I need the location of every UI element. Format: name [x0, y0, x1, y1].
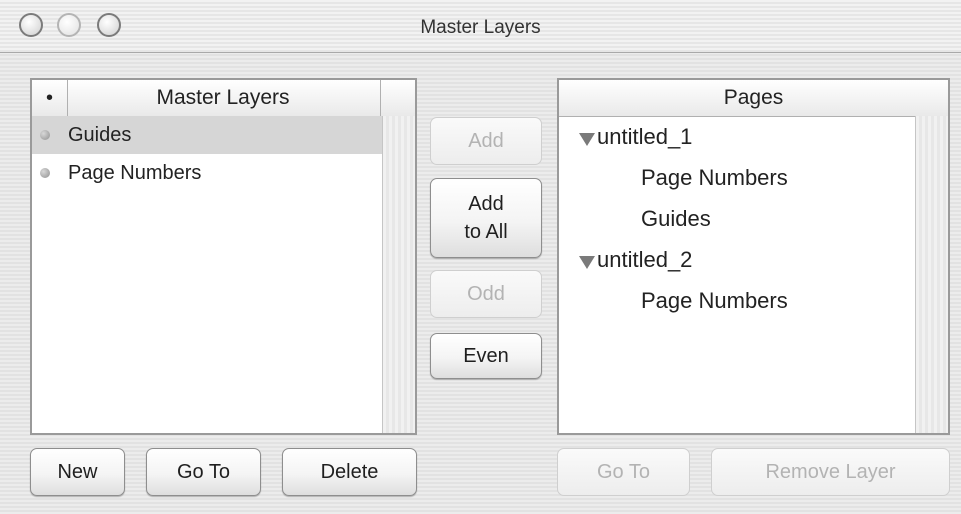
disclosure-triangle-icon[interactable] — [579, 256, 595, 269]
list-item-label: Guides — [68, 124, 132, 146]
tree-child-page-numbers[interactable]: Page Numbers — [559, 280, 915, 321]
master-layers-scrollbar[interactable] — [382, 116, 415, 433]
pages-scrollbar[interactable] — [915, 116, 948, 433]
page-label: untitled_2 — [597, 247, 693, 272]
tree-node-untitled-2[interactable]: untitled_2 — [559, 239, 915, 280]
odd-button[interactable]: Odd — [430, 270, 542, 318]
master-layers-list: Guides Page Numbers — [32, 116, 382, 192]
new-button[interactable]: New — [30, 448, 125, 496]
pages-tree-header: Pages — [559, 80, 948, 117]
pages-tree-panel: Pages untitled_1 Page Numbers Guides unt… — [557, 78, 950, 435]
page-label: untitled_1 — [597, 124, 693, 149]
list-item-guides[interactable]: Guides — [32, 116, 382, 154]
window-title: Master Layers — [420, 17, 541, 38]
master-layers-window: Master Layers • Master Layers Guides Pag… — [0, 0, 961, 514]
disclosure-triangle-icon[interactable] — [579, 133, 595, 146]
tree-node-untitled-1[interactable]: untitled_1 — [559, 116, 915, 157]
delete-button[interactable]: Delete — [282, 448, 417, 496]
add-to-all-button[interactable]: Add to All — [430, 178, 542, 258]
list-item-label: Page Numbers — [68, 162, 202, 184]
go-to-master-button[interactable]: Go To — [146, 448, 261, 496]
tree-child-guides[interactable]: Guides — [559, 198, 915, 239]
title-bar[interactable]: Master Layers — [0, 0, 961, 53]
layer-bullet-icon — [40, 168, 50, 178]
tree-child-page-numbers[interactable]: Page Numbers — [559, 157, 915, 198]
add-button[interactable]: Add — [430, 117, 542, 165]
go-to-page-button[interactable]: Go To — [557, 448, 690, 496]
pages-column-header[interactable]: Pages — [559, 80, 948, 116]
header-filler — [380, 80, 415, 116]
master-layers-list-header: • Master Layers — [32, 80, 415, 117]
bullet-column-header[interactable]: • — [32, 80, 68, 116]
remove-layer-button[interactable]: Remove Layer — [711, 448, 950, 496]
layer-bullet-icon — [40, 130, 50, 140]
even-button[interactable]: Even — [430, 333, 542, 379]
list-item-page-numbers[interactable]: Page Numbers — [32, 154, 382, 192]
master-layers-list-panel: • Master Layers Guides Page Numbers — [30, 78, 417, 435]
pages-tree: untitled_1 Page Numbers Guides untitled_… — [559, 116, 915, 321]
master-layers-column-header[interactable]: Master Layers — [68, 80, 378, 116]
